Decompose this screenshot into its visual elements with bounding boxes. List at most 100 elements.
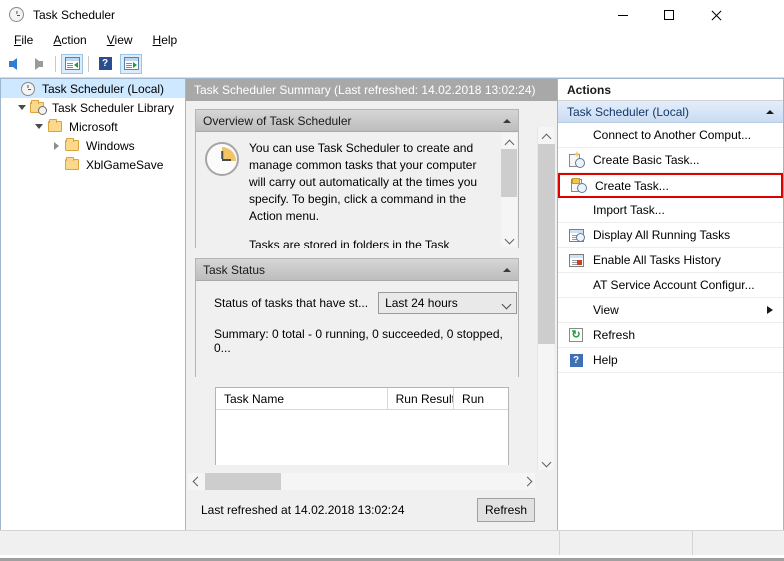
column-header-run-result[interactable]: Run Result (388, 388, 455, 409)
scrollbar-thumb[interactable] (538, 144, 555, 344)
title-bar: Task Scheduler (0, 0, 784, 30)
tasks-history-icon (563, 253, 589, 267)
menu-action[interactable]: Action (43, 31, 96, 49)
action-view[interactable]: View (558, 298, 783, 323)
toolbar-separator (55, 55, 56, 72)
minimize-button[interactable] (600, 0, 646, 30)
menu-file[interactable]: File (4, 31, 43, 49)
status-bar-segment-main (0, 531, 560, 555)
overview-section-header[interactable]: Overview of Task Scheduler (196, 110, 518, 132)
overview-section: Overview of Task Scheduler You can use T… (195, 109, 519, 248)
task-status-section-title: Task Status (203, 262, 266, 277)
action-at-service-account-configuration[interactable]: AT Service Account Configur... (558, 273, 783, 298)
clock-icon (9, 7, 25, 23)
task-status-summary: Summary: 0 total - 0 running, 0 succeede… (214, 327, 503, 355)
submenu-arrow-icon (767, 306, 773, 314)
menu-help[interactable]: Help (143, 31, 188, 49)
action-create-basic-task[interactable]: Create Basic Task... (558, 148, 783, 173)
last-refreshed-label: Last refreshed at 14.02.2018 13:02:24 (201, 503, 405, 517)
clock-icon (19, 81, 37, 96)
collapse-icon[interactable] (503, 267, 511, 272)
column-header-run[interactable]: Run (454, 388, 508, 409)
status-bar-segment-three (693, 531, 784, 555)
overview-text: You can use Task Scheduler to create and… (249, 140, 492, 248)
tree-item-task-scheduler-library[interactable]: Task Scheduler Library (1, 98, 185, 117)
action-import-task[interactable]: Import Task... (558, 198, 783, 223)
task-status-section-body: Status of tasks that have st... Last 24 … (196, 281, 518, 377)
action-refresh[interactable]: ↻ Refresh (558, 323, 783, 348)
actions-pane: Actions Task Scheduler (Local) Connect t… (558, 78, 784, 533)
chevron-down-icon (503, 300, 510, 307)
summary-vertical-scrollbar[interactable] (537, 127, 555, 470)
action-create-task[interactable]: Create Task... (558, 173, 783, 198)
scroll-right-icon[interactable] (518, 473, 535, 490)
clock-icon (205, 142, 239, 176)
tree-item-label: Task Scheduler (Local) (42, 81, 165, 96)
scroll-up-icon[interactable] (538, 127, 555, 144)
status-bar-segment-two (560, 531, 693, 555)
task-table-body (216, 410, 508, 465)
task-status-section-header[interactable]: Task Status (196, 259, 518, 281)
refresh-icon: ↻ (563, 328, 589, 342)
refresh-button[interactable]: Refresh (477, 498, 535, 522)
tree-item-label: XblGameSave (86, 157, 164, 172)
summary-header: Task Scheduler Summary (Last refreshed: … (186, 79, 557, 101)
tree-item-label: Task Scheduler Library (52, 100, 175, 115)
maximize-button[interactable] (646, 0, 692, 30)
summary-horizontal-scrollbar[interactable] (188, 473, 535, 490)
folder-clock-icon (29, 100, 47, 115)
console-tree-pane: Task Scheduler (Local) Task Scheduler Li… (0, 78, 186, 533)
tree-expander[interactable] (49, 141, 63, 150)
minimize-icon (618, 14, 628, 16)
overview-paragraph-1: You can use Task Scheduler to create and… (249, 141, 478, 223)
scroll-down-icon[interactable] (501, 230, 518, 247)
tree-expander[interactable] (32, 124, 46, 129)
back-arrow-icon[interactable] (0, 53, 26, 75)
menu-bar: File Action View Help (0, 30, 784, 50)
column-header-task-name[interactable]: Task Name (216, 388, 388, 409)
toolbar: ? (0, 50, 784, 78)
window-title: Task Scheduler (33, 8, 116, 22)
tree-expander[interactable] (15, 105, 29, 110)
overview-vertical-scrollbar[interactable] (501, 133, 517, 247)
actions-pane-title: Actions (558, 79, 783, 101)
tree-item-task-scheduler-local[interactable]: Task Scheduler (Local) (1, 79, 185, 98)
tree-item-windows[interactable]: Windows (1, 136, 185, 155)
forward-arrow-icon[interactable] (26, 53, 52, 75)
overview-section-body: You can use Task Scheduler to create and… (196, 132, 518, 248)
summary-pane: Task Scheduler Summary (Last refreshed: … (186, 78, 558, 533)
action-display-all-running-tasks[interactable]: Display All Running Tasks (558, 223, 783, 248)
folder-icon (63, 138, 81, 151)
help-icon: ? (563, 353, 589, 367)
tree-item-label: Microsoft (69, 119, 118, 134)
status-period-dropdown[interactable]: Last 24 hours (378, 292, 518, 314)
main-content: Task Scheduler (Local) Task Scheduler Li… (0, 78, 784, 533)
collapse-icon[interactable] (766, 109, 774, 114)
actions-group-title: Task Scheduler (Local) (567, 104, 690, 119)
action-enable-all-tasks-history[interactable]: Enable All Tasks History (558, 248, 783, 273)
summary-footer: Last refreshed at 14.02.2018 13:02:24 Re… (186, 490, 557, 532)
scrollbar-thumb[interactable] (501, 149, 517, 197)
scroll-left-icon[interactable] (188, 473, 205, 490)
running-tasks-icon (563, 228, 589, 242)
collapse-icon[interactable] (503, 118, 511, 123)
folder-icon (63, 157, 81, 170)
task-table: Task Name Run Result Run (215, 387, 509, 465)
help-icon[interactable]: ? (94, 54, 116, 74)
actions-group-header[interactable]: Task Scheduler (Local) (558, 101, 783, 123)
close-button[interactable] (692, 0, 738, 30)
show-hide-console-tree-icon[interactable] (61, 53, 83, 74)
tree-item-microsoft[interactable]: Microsoft (1, 117, 185, 136)
tree-item-xblgamesave[interactable]: XblGameSave (1, 155, 185, 174)
summary-body: Overview of Task Scheduler You can use T… (186, 101, 557, 532)
action-connect-to-another-computer[interactable]: Connect to Another Comput... (558, 123, 783, 148)
scrollbar-thumb[interactable] (205, 473, 281, 490)
action-help[interactable]: ? Help (558, 348, 783, 373)
menu-view[interactable]: View (97, 31, 143, 49)
show-hide-action-pane-icon[interactable] (120, 53, 142, 74)
task-table-header: Task Name Run Result Run (216, 388, 508, 410)
scroll-up-icon[interactable] (501, 133, 518, 150)
overview-paragraph-2: Tasks are stored in folders in the Task (249, 238, 450, 248)
scroll-down-icon[interactable] (538, 453, 555, 470)
overview-section-title: Overview of Task Scheduler (203, 113, 352, 128)
